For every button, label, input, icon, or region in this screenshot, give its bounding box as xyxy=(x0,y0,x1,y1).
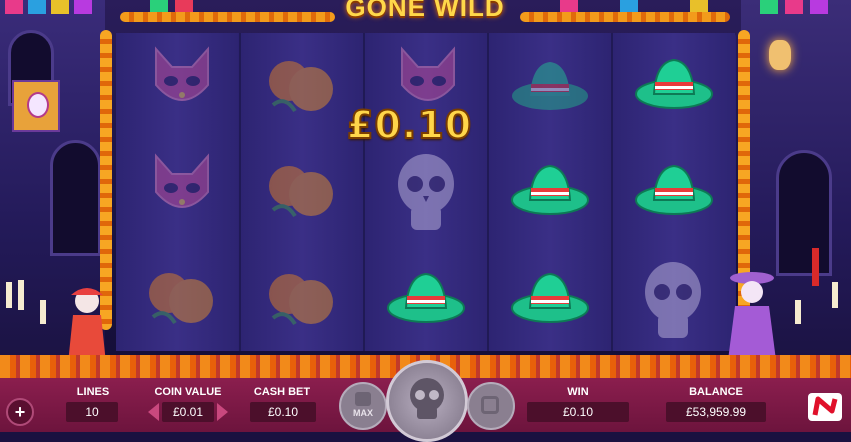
spin-button[interactable] xyxy=(386,360,468,442)
flag-icon xyxy=(5,0,23,14)
sombrero-icon xyxy=(635,164,713,215)
flag-icon xyxy=(51,0,69,14)
max-label: MAX xyxy=(353,408,373,418)
coin-increase-arrow-icon[interactable] xyxy=(217,403,228,421)
lines-label: LINES xyxy=(76,386,110,398)
candle-icon xyxy=(18,280,24,310)
candle-icon xyxy=(40,300,46,324)
flag-icon xyxy=(810,0,828,14)
balance-label: BALANCE xyxy=(689,386,743,398)
win-label: WIN xyxy=(567,386,589,398)
flag-icon xyxy=(785,0,803,14)
menu-button[interactable]: + xyxy=(6,398,34,426)
plus-icon: + xyxy=(14,402,26,422)
cash-bet-label: CASH BET xyxy=(253,386,311,398)
win-value: £0.10 xyxy=(527,402,629,422)
autoplay-icon xyxy=(481,396,499,414)
coin-value-label: COIN VALUE xyxy=(154,386,222,398)
flag-icon xyxy=(74,0,92,14)
candle-icon xyxy=(795,300,801,324)
sombrero-icon xyxy=(511,272,589,323)
sombrero-icon xyxy=(635,58,713,109)
autoplay-button[interactable] xyxy=(467,382,515,430)
marigold-icon xyxy=(269,61,333,113)
sombrero-icon xyxy=(511,164,589,215)
max-bet-button[interactable]: MAX xyxy=(339,382,387,430)
marigold-icon xyxy=(149,273,213,325)
window xyxy=(50,140,101,256)
skull-spin-icon xyxy=(410,378,444,419)
skull-banner-icon xyxy=(12,80,60,132)
flag-icon xyxy=(28,0,46,14)
sugar-skull-icon xyxy=(645,262,701,338)
sugar-skull-icon xyxy=(398,154,454,230)
cat-mask-icon xyxy=(155,46,209,101)
lines-value: 10 xyxy=(66,402,118,422)
flag-icon xyxy=(760,0,778,14)
marigold-icon xyxy=(269,166,333,218)
coins-icon xyxy=(355,392,371,406)
win-amount-popup: £0.10 xyxy=(346,102,473,148)
sombrero-icon xyxy=(512,62,588,110)
marigold-icon xyxy=(269,274,333,326)
game-title: GONE WILD xyxy=(345,0,505,22)
marigold-garland xyxy=(120,12,335,22)
provider-logo-icon xyxy=(808,393,842,421)
window xyxy=(776,150,832,276)
marigold-garland xyxy=(520,12,730,22)
coin-decrease-arrow-icon[interactable] xyxy=(148,403,159,421)
lantern-icon xyxy=(769,40,791,70)
sombrero-icon xyxy=(387,272,465,323)
coin-value: £0.01 xyxy=(162,402,214,422)
candle-icon xyxy=(6,282,12,308)
candle-icon xyxy=(832,282,838,308)
cash-bet-value: £0.10 xyxy=(250,402,316,422)
candle-icon xyxy=(812,248,819,286)
balance-value: £53,959.99 xyxy=(666,402,766,422)
cat-mask-icon xyxy=(155,153,209,208)
